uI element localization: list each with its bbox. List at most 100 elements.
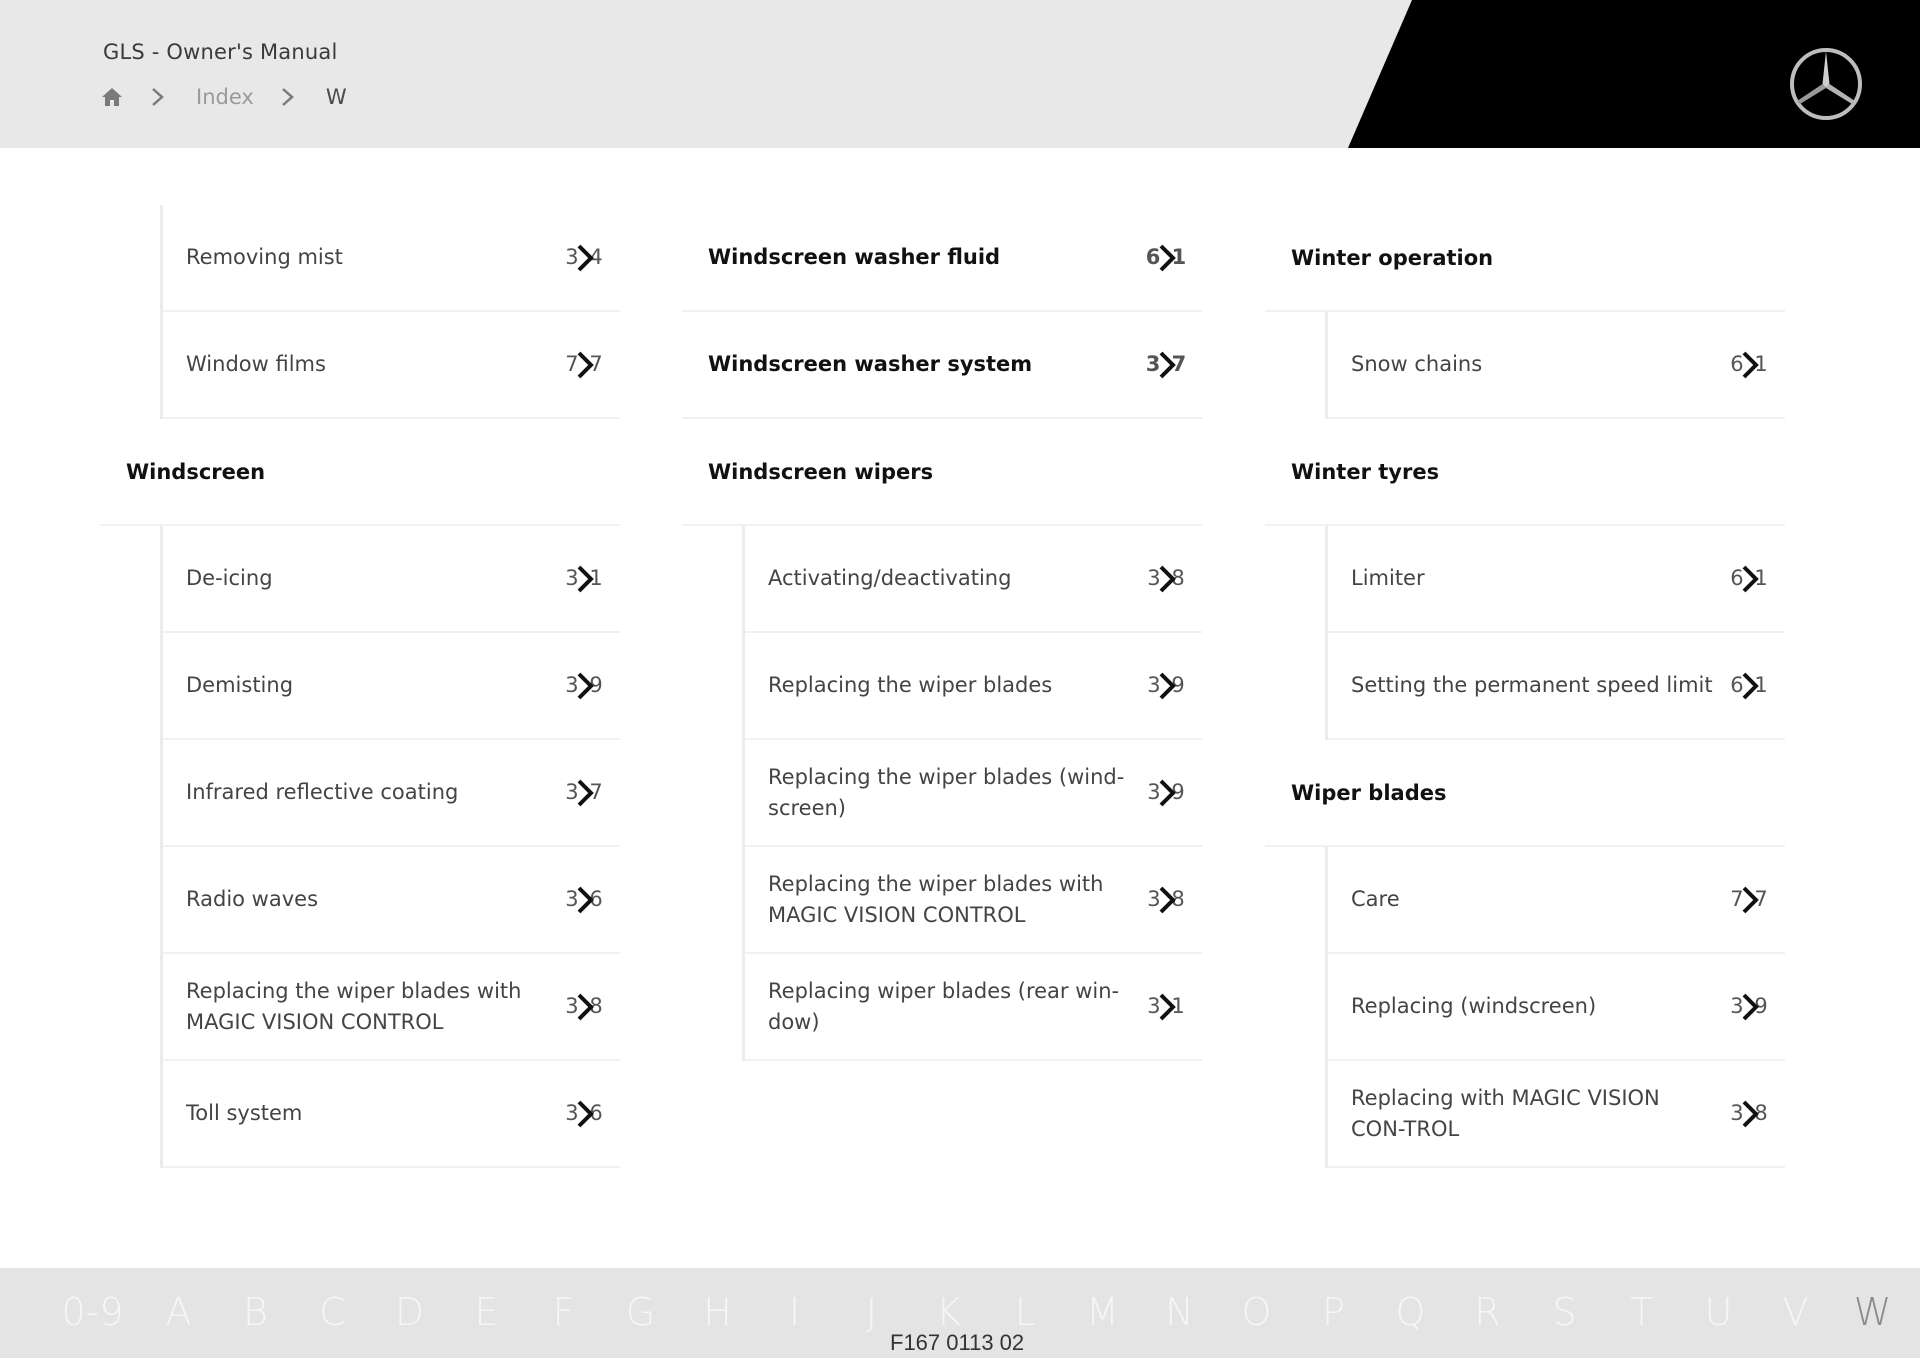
alphabet-letter-t[interactable]: T [1603,1290,1680,1334]
chevron-right-icon [577,565,594,592]
entry-label: Limiter [1351,566,1425,590]
entry-label: Removing mist [186,245,343,269]
alphabet-letter-p[interactable]: P [1295,1290,1372,1334]
index-entry[interactable]: Replacing (windscreen) 3 9 [1328,954,1785,1061]
document-id: F167 0113 02 [890,1330,1025,1355]
index-column-2: Windscreen washer fluid 6 1 Windscreen w… [682,205,1202,1061]
chevron-right-icon [577,244,594,271]
index-entry[interactable]: Demisting 3 9 [163,633,620,740]
chevron-right-icon [577,886,594,913]
alphabet-letter-k[interactable]: K [910,1290,987,1334]
page-number[interactable]: 3 6 [563,1099,607,1129]
alphabet-letter-f[interactable]: F [525,1290,602,1334]
chevron-right-icon [1742,672,1759,699]
index-entry[interactable]: Replacing wiper blades (rear win-dow) 3 … [745,954,1202,1061]
entry-label: Windscreen washer system [708,352,1033,376]
chevron-right-icon [577,1100,594,1127]
index-entry[interactable]: Windscreen washer system 3 7 [682,312,1202,419]
alphabet-letter-h[interactable]: H [679,1290,756,1334]
page-number[interactable]: 7 7 [563,350,607,380]
index-entry[interactable]: Removing mist 3 4 [163,205,620,312]
index-entry[interactable]: Replacing with MAGIC VISION CON-TROL 3 8 [1328,1061,1785,1168]
page-number[interactable]: 3 1 [563,564,607,594]
alphabet-letter-r[interactable]: R [1449,1290,1526,1334]
entry-label: Replacing the wiper blades [768,673,1053,697]
alphabet-letters: 0-9 A B C D E F G H I J K L M N O P Q R S T U V W [45,1290,1911,1334]
home-icon[interactable] [100,85,124,109]
entry-label: Radio waves [186,887,319,911]
page-number[interactable]: 7 7 [1728,885,1772,915]
chevron-right-icon [1742,993,1759,1020]
alphabet-letter-m[interactable]: M [1064,1290,1141,1334]
alphabet-letter-j[interactable]: J [833,1290,910,1334]
index-entry[interactable]: Radio waves 3 6 [163,847,620,954]
page-number[interactable]: 3 8 [563,992,607,1022]
chevron-right-icon [1742,351,1759,378]
entry-label: Replacing the wiper blades with MAGIC VI… [186,978,522,1034]
alphabet-letter-n[interactable]: N [1141,1290,1218,1334]
sublist: Activating/deactivating 3 8 Replacing th… [742,526,1202,1061]
alphabet-letter-u[interactable]: U [1680,1290,1757,1334]
page-number[interactable]: 3 6 [563,885,607,915]
page-number[interactable]: 3 9 [563,671,607,701]
page-number[interactable]: 6 1 [1145,243,1189,273]
page-number[interactable]: 3 8 [1728,1099,1772,1129]
chevron-right-icon [577,351,594,378]
page-number[interactable]: 3 8 [1145,885,1189,915]
alphabet-letter-i[interactable]: I [756,1290,833,1334]
index-entry[interactable]: Limiter 6 1 [1328,526,1785,633]
group-heading: Winter tyres [1265,419,1785,526]
group-heading: Windscreen [100,419,620,526]
breadcrumb-index[interactable]: Index [196,85,254,109]
chevron-right-icon [1159,565,1176,592]
index-entry[interactable]: Infrared reflective coating 3 7 [163,740,620,847]
group-heading: Wiper blades [1265,740,1785,847]
index-entry[interactable]: Window films 7 7 [163,312,620,419]
index-entry[interactable]: Windscreen washer fluid 6 1 [682,205,1202,312]
page-number[interactable]: 3 8 [1145,564,1189,594]
index-entry[interactable]: Replacing the wiper blades with MAGIC VI… [163,954,620,1061]
page-number[interactable]: 6 1 [1728,350,1772,380]
alphabet-letter-o[interactable]: O [1218,1290,1295,1334]
page-number[interactable]: 3 7 [1145,350,1189,380]
index-entry[interactable]: Setting the permanent speed limit 6 1 [1328,633,1785,740]
index-entry[interactable]: Replacing the wiper blades 3 9 [745,633,1202,740]
alphabet-letter-q[interactable]: Q [1372,1290,1449,1334]
chevron-right-icon [1159,779,1176,806]
mercedes-star-logo[interactable] [1786,44,1866,124]
index-entry[interactable]: Snow chains 6 1 [1328,312,1785,419]
index-entry[interactable]: Replacing the wiper blades with MAGIC VI… [745,847,1202,954]
page-number[interactable]: 3 9 [1145,778,1189,808]
alphabet-letter-d[interactable]: D [371,1290,448,1334]
entry-label: Toll system [186,1101,303,1125]
index-entry[interactable]: Activating/deactivating 3 8 [745,526,1202,633]
index-entry[interactable]: Toll system 3 6 [163,1061,620,1168]
page-number[interactable]: 3 4 [563,243,607,273]
alphabet-letter-e[interactable]: E [448,1290,525,1334]
index-entry[interactable]: Care 7 7 [1328,847,1785,954]
alphabet-letter-w[interactable]: W [1834,1290,1911,1334]
alphabet-letter-0-9[interactable]: 0-9 [45,1290,140,1334]
alphabet-letter-s[interactable]: S [1526,1290,1603,1334]
page-number[interactable]: 3 7 [563,778,607,808]
entry-label: Infrared reflective coating [186,780,459,804]
sublist: Removing mist 3 4 Window films 7 7 [160,205,620,419]
alphabet-letter-l[interactable]: L [987,1290,1064,1334]
entry-label: De-icing [186,566,273,590]
index-entry[interactable]: Replacing the wiper blades (wind-screen)… [745,740,1202,847]
alphabet-letter-g[interactable]: G [602,1290,679,1334]
page-number[interactable]: 6 1 [1728,671,1772,701]
entry-label: Windscreen washer fluid [708,245,1001,269]
alphabet-letter-a[interactable]: A [140,1290,217,1334]
page-number[interactable]: 3 1 [1145,992,1189,1022]
alphabet-letter-b[interactable]: B [217,1290,294,1334]
alphabet-letter-c[interactable]: C [294,1290,371,1334]
index-entry[interactable]: De-icing 3 1 [163,526,620,633]
chevron-right-icon [1159,886,1176,913]
page-number[interactable]: 6 1 [1728,564,1772,594]
entry-label: Demisting [186,673,294,697]
chevron-right-icon [577,672,594,699]
page-number[interactable]: 3 9 [1728,992,1772,1022]
page-number[interactable]: 3 9 [1145,671,1189,701]
alphabet-letter-v[interactable]: V [1757,1290,1834,1334]
